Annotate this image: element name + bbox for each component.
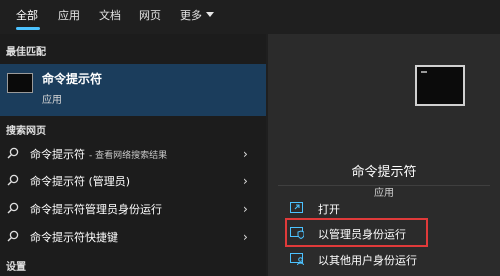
active-tab-indicator — [16, 27, 40, 30]
web-result-row[interactable]: 命令提示符 - 查看网络搜索结果 › — [0, 140, 266, 166]
action-open-label: 打开 — [318, 203, 340, 216]
web-result-label: 命令提示符 - 查看网络搜索结果 — [30, 146, 167, 162]
web-result-row[interactable]: 命令提示符管理员身份运行 › — [0, 195, 266, 221]
web-result-label: 命令提示符管理员身份运行 — [30, 203, 162, 216]
chevron-down-icon — [206, 12, 214, 17]
highlight-box — [285, 218, 428, 247]
web-result-row[interactable]: 命令提示符快捷键 › — [0, 223, 266, 249]
best-match-item[interactable] — [0, 64, 266, 116]
search-tabs: 全部 应用 文档 网页 更多 — [0, 0, 500, 32]
detail-subtitle: 应用 — [374, 188, 394, 199]
divider — [278, 185, 490, 186]
search-icon — [7, 174, 19, 186]
web-result-suffix: - 查看网络搜索结果 — [89, 151, 168, 161]
command-prompt-icon — [7, 73, 33, 93]
web-result-label: 命令提示符快捷键 — [30, 231, 118, 244]
detail-title: 命令提示符 — [351, 165, 417, 180]
search-icon — [7, 230, 19, 242]
tab-all[interactable]: 全部 — [16, 9, 38, 23]
open-icon — [290, 202, 303, 213]
tab-more-label: 更多 — [180, 9, 202, 22]
search-icon — [7, 202, 19, 214]
command-prompt-icon — [415, 65, 465, 106]
best-match-title: 命令提示符 — [42, 72, 103, 86]
section-search-web: 搜索网页 — [6, 126, 46, 137]
user-icon — [290, 253, 304, 265]
chevron-right-icon: › — [243, 230, 248, 244]
web-result-label: 命令提示符 (管理员) — [30, 175, 131, 188]
tab-more[interactable]: 更多 — [180, 9, 214, 23]
chevron-right-icon: › — [243, 147, 248, 161]
chevron-right-icon: › — [243, 202, 248, 216]
action-run-as-other-user-label: 以其他用户身份运行 — [318, 254, 417, 267]
tab-web[interactable]: 网页 — [139, 9, 161, 23]
tab-documents[interactable]: 文档 — [99, 9, 121, 23]
section-best-match: 最佳匹配 — [6, 47, 46, 58]
web-result-text: 命令提示符 — [30, 148, 85, 161]
web-result-row[interactable]: 命令提示符 (管理员) › — [0, 167, 266, 193]
best-match-subtitle: 应用 — [42, 95, 62, 106]
tab-apps[interactable]: 应用 — [58, 9, 80, 23]
section-settings: 设置 — [6, 262, 26, 273]
chevron-right-icon: › — [243, 174, 248, 188]
search-icon — [7, 147, 19, 159]
